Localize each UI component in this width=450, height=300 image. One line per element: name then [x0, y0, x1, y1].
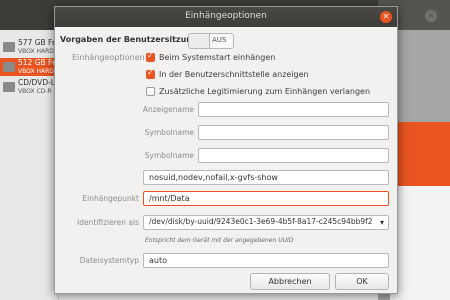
icon-name-input[interactable]	[198, 125, 389, 140]
hard-drive-icon	[3, 42, 15, 52]
drive-name: 577 GB Fe	[18, 38, 57, 47]
show-in-ui-checkbox[interactable]	[146, 68, 155, 79]
toggle-state: AUS	[212, 36, 227, 44]
show-in-ui-label: In der Benutzerschnittstelle anzeigen	[159, 70, 309, 79]
require-auth-checkbox[interactable]	[146, 87, 155, 96]
chevron-down-icon: ▾	[379, 218, 384, 227]
optical-drive-icon	[3, 82, 15, 92]
fs-type-input[interactable]: auto	[143, 253, 389, 268]
mount-options-dialog: Einhängeoptionen ✕ Vorgaben der Benutzer…	[54, 6, 398, 294]
mount-options-label: Einhängeoptionen	[72, 53, 145, 62]
symbolic-icon-name-input[interactable]	[198, 148, 389, 163]
user-defaults-toggle[interactable]: AUS	[188, 33, 234, 49]
startup-mount-label: Beim Systemstart einhängen	[159, 53, 276, 62]
cancel-button[interactable]: Abbrechen	[250, 273, 330, 290]
drive-sidebar: 577 GB Fe VBOX HARD 512 GB Fe VBOX HARD …	[0, 30, 59, 300]
display-name-label: Anzeigename	[142, 105, 194, 114]
background-content	[390, 186, 450, 300]
mount-point-label: Einhängepunkt	[82, 194, 139, 203]
symbolic-icon-name-label: Symbolname	[144, 151, 194, 160]
ok-button[interactable]: OK	[335, 273, 389, 290]
user-defaults-label: Vorgaben der Benutzersitzung	[60, 35, 198, 44]
drive-item-577gb[interactable]: 577 GB Fe VBOX HARD	[0, 38, 58, 56]
drive-model: VBOX CD-R	[18, 88, 52, 95]
require-auth-label: Zusätzliche Legitimierung zum Einhängen …	[159, 87, 371, 96]
identify-as-label: Identifizieren als	[77, 218, 139, 227]
drive-model: VBOX HARD	[18, 48, 54, 55]
display-name-input[interactable]	[198, 102, 389, 117]
drive-name: 512 GB Fe	[18, 58, 57, 67]
fs-type-label: Dateisystemtyp	[79, 256, 139, 265]
startup-mount-checkbox[interactable]	[146, 51, 155, 62]
drive-model: VBOX HARD	[18, 68, 54, 75]
drive-name: CD/DVD-L	[18, 78, 55, 87]
dialog-titlebar: Einhängeoptionen ✕	[55, 7, 397, 27]
drive-item-cd-dvd[interactable]: CD/DVD-L VBOX CD-R	[0, 78, 58, 96]
identify-as-dropdown[interactable]: /dev/disk/by-uuid/9243e0c1-3e69-4b5f-8a1…	[143, 215, 389, 230]
identify-as-hint: Entspricht dem Gerät mit der angegebenen…	[145, 237, 294, 244]
drive-item-512gb[interactable]: 512 GB Fe VBOX HARD	[0, 58, 58, 76]
dialog-title: Einhängeoptionen	[185, 11, 267, 21]
close-icon[interactable]: ✕	[380, 11, 392, 23]
mount-point-input[interactable]: /mnt/Data	[143, 191, 389, 206]
identify-as-value: /dev/disk/by-uuid/9243e0c1-3e69-4b5f-8a1…	[149, 217, 373, 226]
mount-options-input[interactable]: nosuid,nodev,nofail,x-gvfs-show	[143, 170, 389, 185]
toggle-knob	[189, 34, 210, 48]
hard-drive-icon	[3, 62, 15, 72]
icon-name-label: Symbolname	[144, 128, 194, 137]
selected-partition-block	[390, 122, 450, 186]
